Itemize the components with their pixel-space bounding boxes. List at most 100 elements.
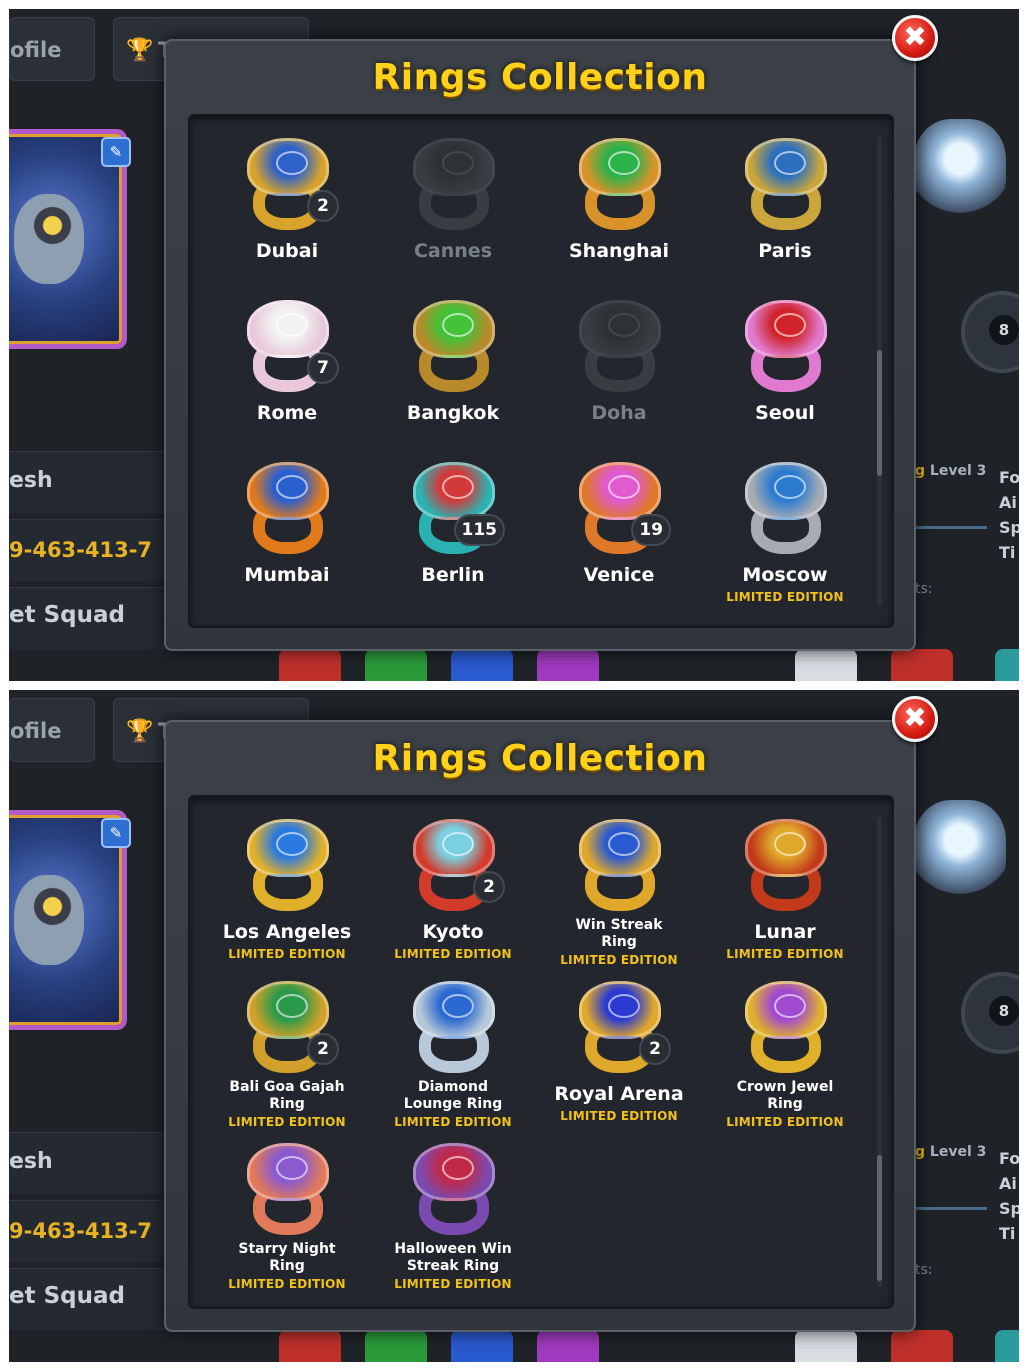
club-name: et Squad [9,602,125,628]
ring-item-win-streak-ring[interactable]: Win Streak Ring LIMITED EDITION [536,819,702,979]
ring-item-rome[interactable]: 7 Rome [204,300,370,460]
ring-item-lunar[interactable]: Lunar LIMITED EDITION [702,819,868,979]
ring-item-seoul[interactable]: Seoul [702,300,868,460]
ring-item-starry-night-ring[interactable]: Starry Night Ring LIMITED EDITION [204,1143,370,1303]
ring-item-moscow[interactable]: Moscow LIMITED EDITION [702,462,868,622]
player-name: esh [9,1149,53,1174]
club-row[interactable]: et Squad [9,1268,169,1330]
ring-name: Rome [256,402,318,424]
limited-edition-label: LIMITED EDITION [228,947,346,961]
eight-ball-icon: 8 [989,996,1019,1026]
ring-item-kyoto[interactable]: 2 Kyoto LIMITED EDITION [370,819,536,979]
player-name-row: esh [9,1132,169,1194]
ring-icon: 115 [411,462,505,558]
player-id: 9-463-413-7 [9,1219,153,1243]
player-name: esh [9,468,53,493]
ring-name: Win Streak Ring [575,917,663,950]
scrollbar[interactable] [877,817,882,1287]
ring-icon [577,300,663,396]
cue-icon [915,517,987,529]
rings-collection-modal: Rings Collection Los Angeles LIMITED EDIT… [164,720,916,1332]
ring-icon [743,138,829,234]
ring-count-badge: 2 [639,1033,671,1065]
player-id: 9-463-413-7 [9,538,153,562]
level-badge: 8 [961,291,1019,373]
ring-item-bangkok[interactable]: Bangkok [370,300,536,460]
ring-item-mumbai[interactable]: Mumbai [204,462,370,622]
ring-item-bali-goa-gajah-ring[interactable]: 2 Bali Goa Gajah Ring LIMITED EDITION [204,981,370,1141]
ring-item-dubai[interactable]: 2 Dubai [204,138,370,298]
ring-icon: 2 [411,819,505,915]
ring-name: Crown Jewel Ring [736,1079,834,1112]
ring-count-badge: 7 [307,352,339,384]
ring-item-crown-jewel-ring[interactable]: Crown Jewel Ring LIMITED EDITION [702,981,868,1141]
ring-name: Lunar [754,921,816,943]
side-stat-labels: Fo Ai Sp Ti [999,468,1019,562]
rings-grid[interactable]: 2 Dubai Cannes Shanghai Paris 7 Rome Bangkok Doh… [188,114,894,628]
ring-item-venice[interactable]: 19 Venice [536,462,702,622]
ring-count-badge: 2 [307,1033,339,1065]
limited-edition-label: LIMITED EDITION [560,1109,678,1123]
ring-icon [743,981,829,1077]
ring-name: Venice [583,564,655,586]
limited-edition-label: LIMITED EDITION [394,947,512,961]
player-id-row: 9-463-413-7 [9,1200,169,1262]
ring-icon [743,300,829,396]
ring-icon [411,981,497,1077]
ring-name: Moscow [742,564,828,586]
eight-ball-icon: 8 [989,315,1019,345]
ring-count-badge: 19 [631,514,671,546]
limited-edition-label: LIMITED EDITION [228,1115,346,1129]
ring-item-diamond-lounge-ring[interactable]: Diamond Lounge Ring LIMITED EDITION [370,981,536,1141]
screenshot-top: ofile 🏆 T ✎ esh 9-463-413-7 et Squad 8 g… [9,9,1019,681]
limited-edition-label: LIMITED EDITION [560,953,678,967]
limited-edition-label: LIMITED EDITION [726,590,844,604]
scrollbar[interactable] [877,136,882,606]
edit-avatar-pencil-icon[interactable]: ✎ [101,137,131,167]
ring-icon: 2 [245,981,339,1077]
ring-name: Royal Arena [554,1083,684,1105]
ring-item-los-angeles[interactable]: Los Angeles LIMITED EDITION [204,819,370,979]
scrollbar-thumb[interactable] [877,1155,882,1281]
edit-avatar-pencil-icon[interactable]: ✎ [101,818,131,848]
ring-icon: 2 [245,138,339,234]
ring-name: Berlin [421,564,485,586]
ring-count-badge: 2 [307,190,339,222]
ring-item-shanghai[interactable]: Shanghai [536,138,702,298]
stats-label: ts: [915,581,933,597]
ring-icon [411,138,497,234]
ring-item-cannes[interactable]: Cannes [370,138,536,298]
ring-item-paris[interactable]: Paris [702,138,868,298]
ring-icon: 2 [577,981,671,1077]
level-text: g Level 3 [915,1144,987,1160]
club-name: et Squad [9,1283,125,1309]
level-text: g Level 3 [915,463,987,479]
club-row[interactable]: et Squad [9,587,169,649]
limited-edition-label: LIMITED EDITION [394,1277,512,1291]
close-icon[interactable]: ✖ [892,15,938,61]
ring-name: Mumbai [244,564,330,586]
side-stat-labels: Fo Ai Sp Ti [999,1149,1019,1243]
ring-icon: 19 [577,462,671,558]
stats-label: ts: [915,1262,933,1278]
ring-item-doha[interactable]: Doha [536,300,702,460]
rings-collection-modal: Rings Collection 2 Dubai Cannes Shanghai Par… [164,39,916,651]
ring-name: Dubai [255,240,319,262]
ring-item-halloween-win-streak-ring[interactable]: Halloween Win Streak Ring LIMITED EDITION [370,1143,536,1303]
ring-item-royal-arena[interactable]: 2 Royal Arena LIMITED EDITION [536,981,702,1141]
close-icon[interactable]: ✖ [892,696,938,742]
ring-name: Paris [758,240,812,262]
modal-title: Rings Collection [372,57,708,98]
ring-name: Doha [591,402,647,424]
trophy-icon: 🏆 [126,38,154,63]
ring-icon [245,1143,331,1239]
rings-grid[interactable]: Los Angeles LIMITED EDITION 2 Kyoto LIMITED … [188,795,894,1309]
level-badge: 8 [961,972,1019,1054]
ring-icon [245,462,331,558]
ring-icon: 7 [245,300,339,396]
profile-tab[interactable]: ofile [9,17,95,81]
scrollbar-thumb[interactable] [877,350,882,476]
profile-tab[interactable]: ofile [9,698,95,762]
ring-name: Cannes [413,240,492,262]
ring-item-berlin[interactable]: 115 Berlin [370,462,536,622]
